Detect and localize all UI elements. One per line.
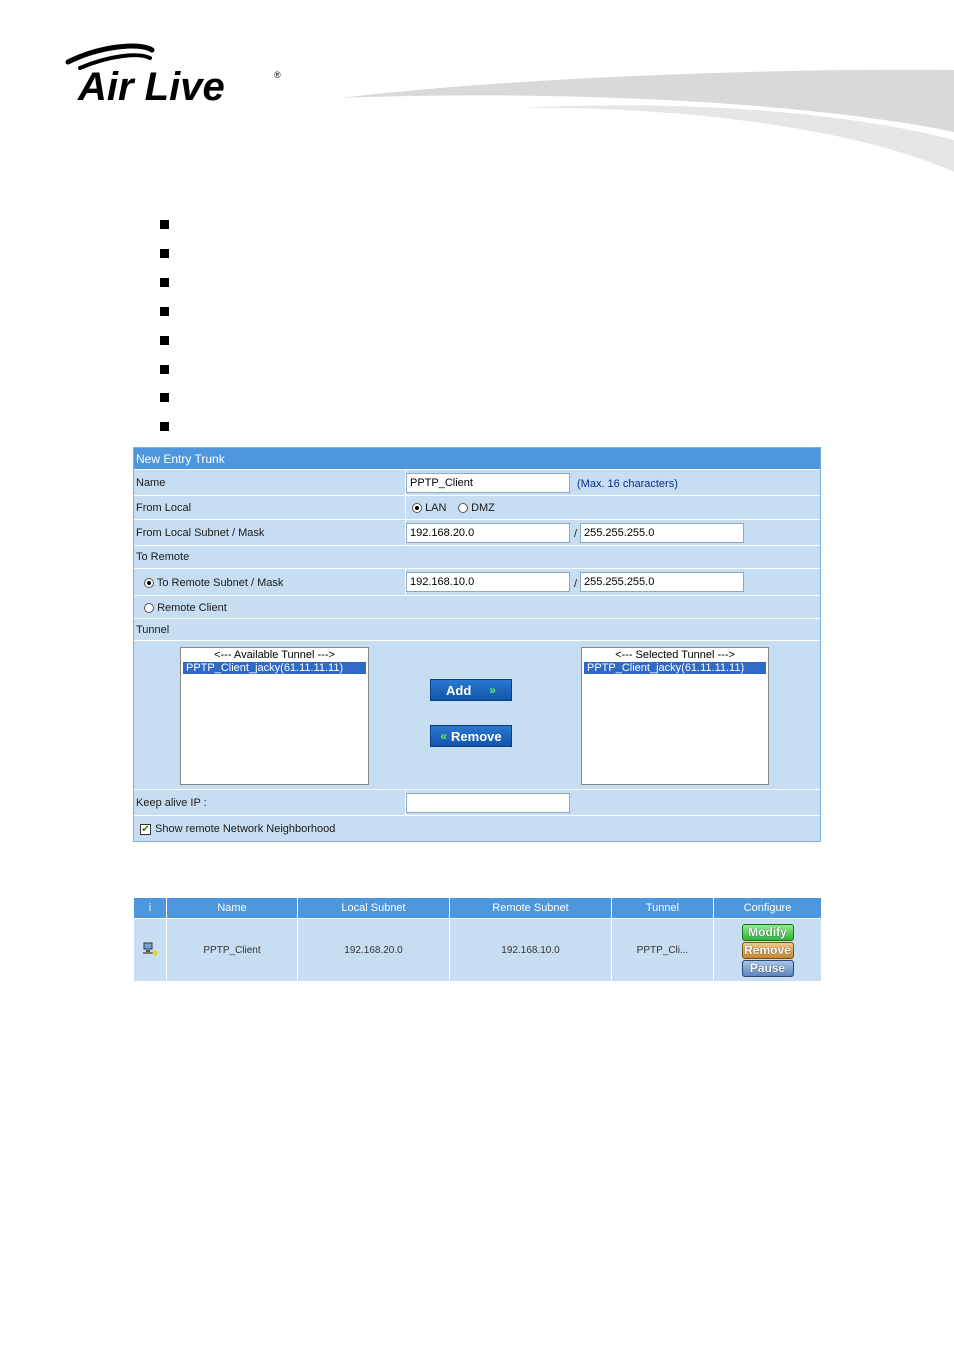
lan-radio-group[interactable]: LAN: [412, 502, 446, 514]
subnet-separator: /: [574, 578, 578, 590]
status-cell: [133, 918, 167, 982]
new-entry-trunk-panel: New Entry Trunk Name (Max. 16 characters…: [133, 447, 821, 842]
to-remote-row: To Remote: [134, 546, 820, 569]
bullet-marker: [160, 278, 169, 287]
bullet-marker: [160, 393, 169, 402]
to-remote-subnet-option[interactable]: To Remote Subnet / Mask: [144, 577, 283, 589]
to-remote-subnet-row: To Remote Subnet / Mask /: [134, 569, 820, 596]
col-header-configure: Configure: [713, 897, 822, 919]
keep-alive-label: Keep alive IP :: [136, 796, 207, 809]
available-tunnel-item[interactable]: PPTP_Client_jacky(61.11.11.11): [183, 662, 366, 674]
name-hint: (Max. 16 characters): [577, 478, 678, 490]
pause-button[interactable]: Pause: [741, 959, 794, 977]
name-input[interactable]: [406, 473, 570, 493]
keep-alive-row: Keep alive IP :: [134, 790, 820, 816]
remove-button-label: Remove: [451, 728, 502, 744]
double-arrow-left-icon: «: [440, 729, 448, 743]
to-remote-subnet-radio[interactable]: [144, 578, 154, 589]
from-local-subnet-label: From Local Subnet / Mask: [136, 526, 265, 539]
selected-tunnel-list[interactable]: <--- Selected Tunnel ---> PPTP_Client_ja…: [581, 647, 769, 785]
tunnel-selector: <--- Available Tunnel ---> PPTP_Client_j…: [134, 641, 820, 790]
row-local-subnet: 192.168.20.0: [297, 918, 450, 982]
col-header-tunnel: Tunnel: [611, 897, 714, 919]
keep-alive-input[interactable]: [406, 793, 570, 813]
col-header-local-subnet: Local Subnet: [297, 897, 450, 919]
remove-entry-button[interactable]: Remove: [741, 941, 794, 959]
airlive-logo: Air Live ®: [65, 43, 281, 109]
remove-button[interactable]: « Remove: [430, 725, 512, 747]
remote-client-option[interactable]: Remote Client: [144, 602, 227, 614]
col-header-index: i: [133, 897, 167, 919]
from-local-mask-input[interactable]: [580, 523, 744, 543]
bullet-marker: [160, 249, 169, 258]
to-remote-subnet-input[interactable]: [406, 572, 570, 592]
available-tunnel-header: <--- Available Tunnel --->: [214, 649, 335, 661]
double-arrow-right-icon: »: [489, 683, 496, 697]
add-button-label: Add: [446, 682, 472, 698]
modify-button[interactable]: Modify: [741, 923, 794, 941]
row-name: PPTP_Client: [166, 918, 298, 982]
from-local-subnet-row: From Local Subnet / Mask /: [134, 520, 820, 546]
to-remote-label: To Remote: [136, 551, 190, 563]
lan-radio[interactable]: [412, 503, 422, 514]
to-remote-mask-input[interactable]: [580, 572, 744, 592]
dmz-radio-group[interactable]: DMZ: [458, 502, 495, 514]
network-status-icon: [143, 942, 158, 955]
selected-tunnel-item[interactable]: PPTP_Client_jacky(61.11.11.11): [584, 662, 766, 674]
table-row: PPTP_Client 192.168.20.0 192.168.10.0 PP…: [133, 918, 822, 982]
tunnel-label: Tunnel: [136, 623, 170, 636]
selected-tunnel-header: <--- Selected Tunnel --->: [615, 649, 735, 661]
col-header-name: Name: [166, 897, 298, 919]
name-label: Name: [136, 476, 166, 489]
bullet-marker: [160, 422, 169, 431]
panel-title: New Entry Trunk: [136, 451, 225, 466]
add-button[interactable]: Add »: [430, 679, 512, 701]
dmz-label: DMZ: [471, 502, 495, 514]
bullet-marker: [160, 336, 169, 345]
row-remote-subnet: 192.168.10.0: [449, 918, 612, 982]
show-neighborhood-label: Show remote Network Neighborhood: [155, 823, 336, 835]
remote-client-row: Remote Client: [134, 596, 820, 619]
bullet-marker: [160, 220, 169, 229]
trunk-list-table: i Name Local Subnet Remote Subnet Tunnel…: [133, 897, 822, 982]
show-neighborhood-row: ✔ Show remote Network Neighborhood: [134, 816, 820, 841]
remote-client-radio[interactable]: [144, 603, 154, 614]
subnet-separator: /: [574, 528, 578, 540]
panel-header: New Entry Trunk: [134, 448, 820, 470]
available-tunnel-list[interactable]: <--- Available Tunnel ---> PPTP_Client_j…: [180, 647, 369, 785]
tunnel-row: Tunnel: [134, 619, 820, 641]
to-remote-subnet-label: To Remote Subnet / Mask: [156, 577, 284, 589]
lan-label: LAN: [425, 502, 447, 514]
bullet-marker: [160, 307, 169, 316]
show-neighborhood-option[interactable]: ✔ Show remote Network Neighborhood: [140, 823, 335, 835]
show-neighborhood-checkbox[interactable]: ✔: [140, 823, 151, 835]
col-header-remote-subnet: Remote Subnet: [449, 897, 612, 919]
table-header-row: i Name Local Subnet Remote Subnet Tunnel…: [133, 897, 822, 919]
dmz-radio[interactable]: [458, 503, 468, 514]
bullet-marker: [160, 365, 169, 374]
name-row: Name (Max. 16 characters): [134, 470, 820, 496]
logo-text: Air Live: [77, 65, 225, 109]
from-local-label: From Local: [136, 501, 192, 514]
registered-mark: ®: [274, 70, 281, 80]
remote-client-label: Remote Client: [157, 602, 227, 614]
header-swoosh-graphic: [340, 69, 954, 172]
row-configure: Modify Remove Pause: [713, 918, 822, 982]
from-local-subnet-input[interactable]: [406, 523, 570, 543]
row-tunnel: PPTP_Cli...: [611, 918, 714, 982]
from-local-row: From Local LAN DMZ: [134, 496, 820, 520]
